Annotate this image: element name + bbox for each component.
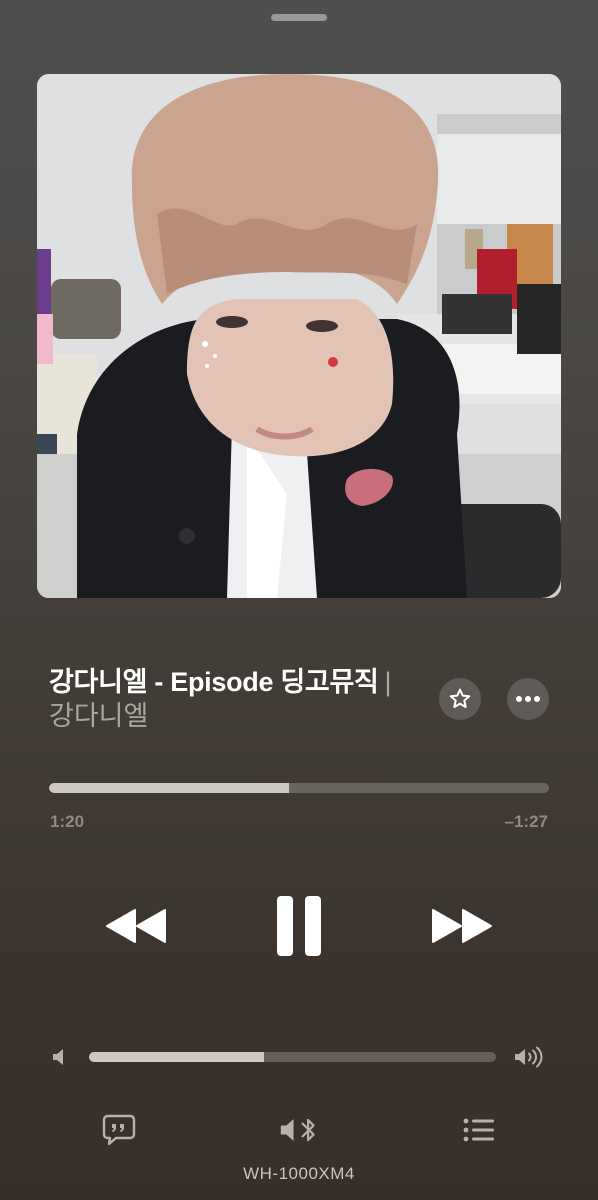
pause-icon xyxy=(277,896,321,956)
fast-forward-button[interactable] xyxy=(426,890,498,962)
song-title: 강다니엘 - Episode 딩고뮤직 xyxy=(49,667,379,697)
fast-forward-icon xyxy=(432,909,492,943)
volume-max-button[interactable] xyxy=(514,1044,546,1070)
audio-output-button[interactable] xyxy=(279,1112,319,1148)
lyrics-button[interactable] xyxy=(99,1112,139,1148)
volume-min-button[interactable] xyxy=(52,1044,68,1070)
remaining-time: –1:27 xyxy=(504,812,548,831)
pause-button[interactable] xyxy=(263,890,335,962)
playback-progress-fill xyxy=(49,783,289,793)
more-options-button[interactable] xyxy=(507,678,549,720)
volume-level-fill xyxy=(89,1052,264,1062)
queue-button[interactable] xyxy=(459,1112,499,1148)
bluetooth-speaker-icon xyxy=(280,1118,315,1142)
elapsed-time: 1:20 xyxy=(50,812,85,831)
favorite-button[interactable] xyxy=(439,678,481,720)
rewind-button[interactable] xyxy=(100,890,172,962)
queue-list-icon xyxy=(463,1118,494,1142)
speaker-high-icon xyxy=(515,1046,543,1068)
star-icon xyxy=(449,688,471,708)
album-artwork-photo xyxy=(37,74,561,598)
album-artwork xyxy=(37,74,561,598)
output-device-name: WH-1000XM4 xyxy=(243,1164,355,1183)
lyrics-bubble-icon xyxy=(102,1114,136,1146)
volume-slider[interactable] xyxy=(89,1052,496,1062)
artist-name[interactable]: 강다니엘 xyxy=(49,697,148,735)
playback-scrubber[interactable] xyxy=(49,783,549,793)
rewind-icon xyxy=(106,909,166,943)
ellipsis-icon xyxy=(516,696,540,702)
sheet-grabber-handle[interactable] xyxy=(271,14,327,21)
song-title-separator: | xyxy=(384,667,392,697)
song-title-row[interactable]: 강다니엘 - Episode 딩고뮤직 | xyxy=(49,662,429,702)
speaker-low-icon xyxy=(53,1049,63,1065)
